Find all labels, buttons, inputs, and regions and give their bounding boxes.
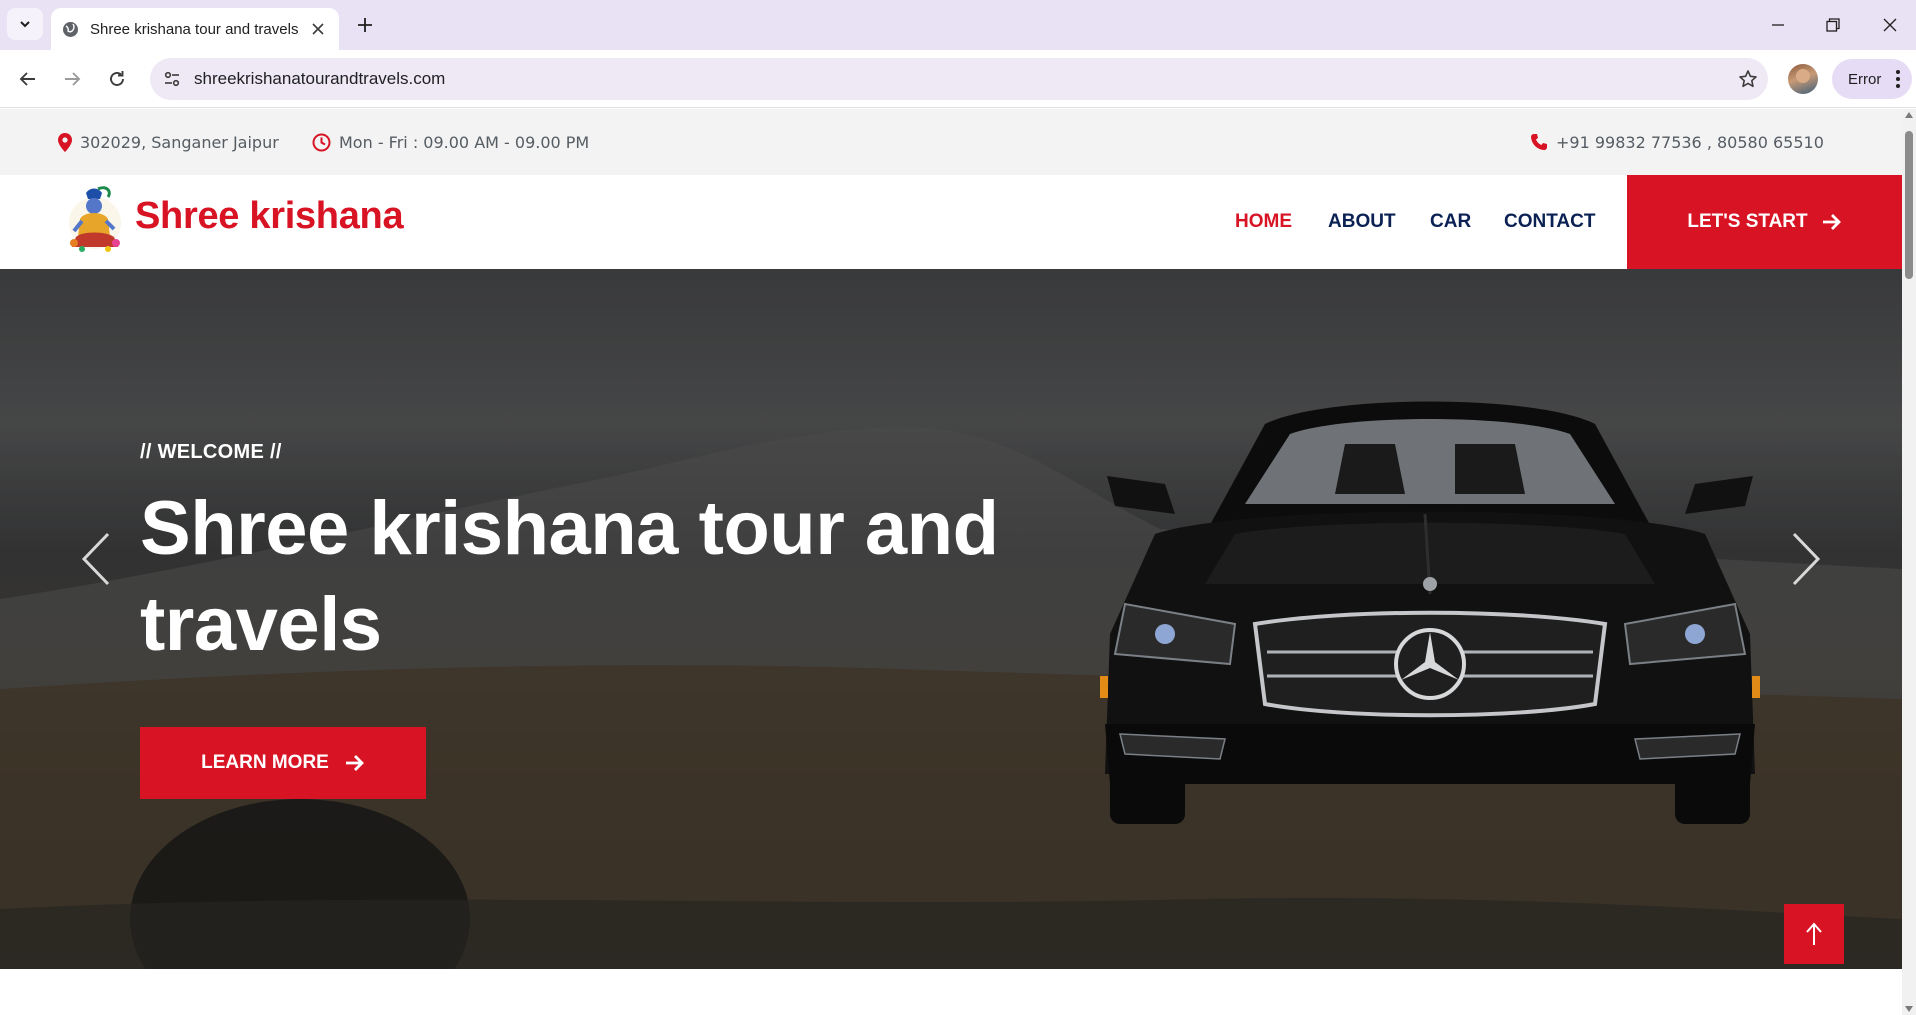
chevron-right-icon: [1792, 532, 1821, 586]
scroll-down-arrow[interactable]: [1905, 1006, 1913, 1012]
phone-text: +91 99832 77536 , 80580 65510: [1556, 132, 1824, 152]
page-scrollbar[interactable]: [1902, 109, 1916, 1015]
hero-eyebrow: // WELCOME //: [140, 441, 282, 463]
minimize-icon: [1772, 24, 1784, 26]
carousel-prev-button[interactable]: [76, 529, 116, 589]
hero-carousel: // WELCOME // Shree krishana tour and tr…: [0, 269, 1902, 969]
plus-icon: [358, 18, 372, 32]
nav-contact[interactable]: CONTACT: [1504, 175, 1595, 269]
car-image: [1100, 401, 1760, 824]
address-bar[interactable]: shreekrishanatourandtravels.com: [150, 58, 1768, 100]
address-text: 302029, Sanganer Jaipur: [80, 132, 279, 152]
arrow-right-icon: [345, 755, 364, 771]
nav-car[interactable]: CAR: [1430, 175, 1471, 269]
tab-title: Shree krishana tour and travels: [90, 20, 299, 38]
close-icon[interactable]: [307, 18, 329, 40]
chevron-down-icon: [20, 21, 30, 28]
clock-icon: [312, 133, 331, 151]
minimize-button[interactable]: [1763, 10, 1793, 40]
browser-tab-active[interactable]: Shree krishana tour and travels: [51, 8, 339, 50]
nav-home[interactable]: HOME: [1235, 175, 1292, 269]
profile-avatar[interactable]: [1788, 64, 1818, 94]
hero-title: Shree krishana tour and travels: [140, 486, 999, 667]
arrow-right-icon: [1822, 214, 1841, 230]
learn-more-label: LEARN MORE: [201, 752, 329, 773]
hours-info: Mon - Fri : 09.00 AM - 09.00 PM: [312, 109, 589, 175]
nav-about[interactable]: ABOUT: [1328, 175, 1396, 269]
star-icon[interactable]: [1728, 59, 1768, 99]
scroll-up-arrow[interactable]: [1905, 112, 1913, 118]
profile-status-text: Error: [1848, 70, 1882, 88]
info-topbar: 302029, Sanganer Jaipur Mon - Fri : 09.0…: [0, 109, 1902, 175]
address-info: 302029, Sanganer Jaipur: [58, 109, 279, 175]
learn-more-button[interactable]: LEARN MORE: [140, 727, 426, 799]
more-vertical-icon[interactable]: [1896, 70, 1900, 88]
forward-button[interactable]: [56, 63, 88, 95]
close-icon: [1883, 18, 1897, 32]
brand-name[interactable]: Shree krishana: [135, 195, 404, 238]
restore-button[interactable]: [1818, 10, 1848, 40]
back-button[interactable]: [12, 63, 44, 95]
page-viewport: 302029, Sanganer Jaipur Mon - Fri : 09.0…: [0, 109, 1902, 1015]
carousel-next-button[interactable]: [1786, 529, 1826, 589]
main-navbar: Shree krishana HOME ABOUT CAR CONTACT LE…: [0, 175, 1902, 269]
url-text[interactable]: shreekrishanatourandtravels.com: [194, 69, 1728, 89]
arrow-right-icon: [65, 72, 81, 86]
close-window-button[interactable]: [1875, 10, 1905, 40]
hours-text: Mon - Fri : 09.00 AM - 09.00 PM: [339, 132, 590, 152]
chevron-left-icon: [81, 532, 110, 586]
reload-button[interactable]: [101, 63, 133, 95]
restore-icon: [1826, 18, 1840, 32]
browser-tab-strip: Shree krishana tour and travels: [0, 0, 1916, 50]
krishna-logo[interactable]: [62, 185, 128, 255]
phone-icon: [1531, 134, 1547, 150]
phone-info[interactable]: +91 99832 77536 , 80580 65510: [1530, 109, 1824, 175]
profile-error-chip[interactable]: Error: [1832, 59, 1912, 99]
back-to-top-button[interactable]: [1784, 904, 1844, 964]
arrow-left-icon: [19, 72, 35, 86]
new-tab-button[interactable]: [352, 12, 378, 38]
browser-toolbar: shreekrishanatourandtravels.com Error: [0, 50, 1916, 108]
tab-search-button[interactable]: [7, 8, 43, 40]
site-settings-icon[interactable]: [150, 58, 194, 100]
scroll-thumb[interactable]: [1905, 131, 1913, 279]
reload-icon: [110, 71, 124, 86]
globe-icon: [61, 20, 79, 38]
map-marker-icon: [58, 132, 72, 152]
arrow-up-icon: [1806, 922, 1822, 945]
lets-start-button[interactable]: LET'S START: [1627, 175, 1902, 269]
lets-start-label: LET'S START: [1687, 211, 1808, 232]
